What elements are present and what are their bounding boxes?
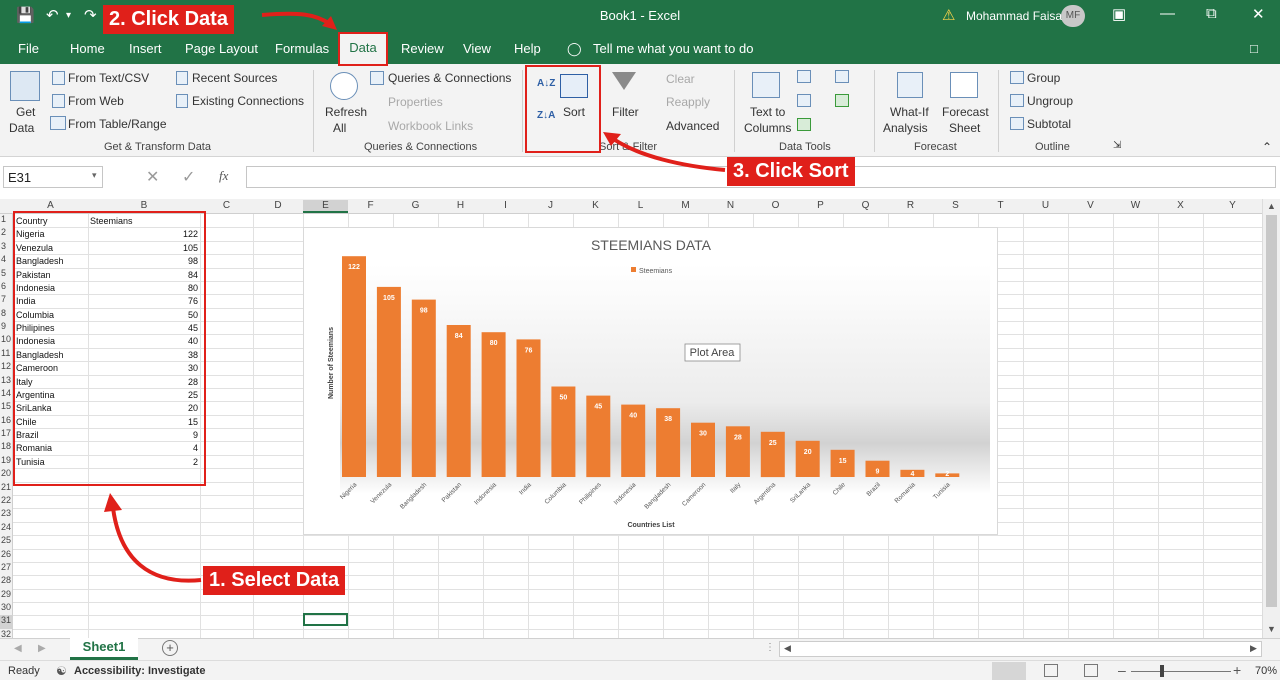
next-sheet-icon[interactable]: ▶: [38, 643, 46, 654]
zoom-level[interactable]: 70%: [1255, 665, 1277, 677]
excel-window: 💾 ↶ ▾ ↷ Book1 - Excel ⚠ Mohammad Faisal …: [0, 0, 1280, 680]
annotation-arrows: [104, 11, 726, 583]
page-break-view-icon[interactable]: [1084, 664, 1098, 677]
new-sheet-icon[interactable]: +: [162, 640, 178, 656]
sheet-options-icon[interactable]: ⋮: [765, 642, 775, 653]
scroll-up-icon[interactable]: ▲: [1267, 201, 1276, 211]
zoom-out-icon[interactable]: –: [1118, 662, 1126, 678]
normal-view-icon[interactable]: [992, 662, 1026, 680]
sheet-tab-bar: ◀ ▶ Sheet1 + ⋮ ◀ ▶: [0, 638, 1280, 660]
arrow-to-data-tab: [261, 11, 332, 26]
arrow-head-select: [104, 493, 122, 512]
scroll-left-icon[interactable]: ◀: [784, 643, 791, 654]
zoom-in-icon[interactable]: +: [1233, 662, 1241, 678]
zoom-slider-thumb[interactable]: [1160, 665, 1164, 677]
arrow-to-sort: [613, 138, 726, 172]
zoom-slider[interactable]: [1131, 671, 1231, 672]
status-ready: Ready: [8, 665, 40, 677]
arrow-to-data-range: [111, 507, 202, 583]
scroll-right-icon[interactable]: ▶: [1250, 643, 1257, 654]
sheet-tab-sheet1[interactable]: Sheet1: [70, 638, 138, 660]
arrow-head-data: [322, 16, 337, 30]
accessibility-status[interactable]: Accessibility: Investigate: [74, 665, 205, 677]
scroll-thumb[interactable]: [1266, 215, 1277, 607]
scroll-down-icon[interactable]: ▼: [1267, 624, 1276, 634]
prev-sheet-icon[interactable]: ◀: [14, 643, 22, 654]
status-bar: Ready ☯ Accessibility: Investigate – + 7…: [0, 660, 1280, 680]
page-layout-view-icon[interactable]: [1044, 664, 1058, 677]
accessibility-icon[interactable]: ☯: [56, 664, 67, 678]
horizontal-scrollbar[interactable]: [779, 641, 1262, 657]
vertical-scrollbar[interactable]: ▲ ▼: [1262, 199, 1280, 638]
